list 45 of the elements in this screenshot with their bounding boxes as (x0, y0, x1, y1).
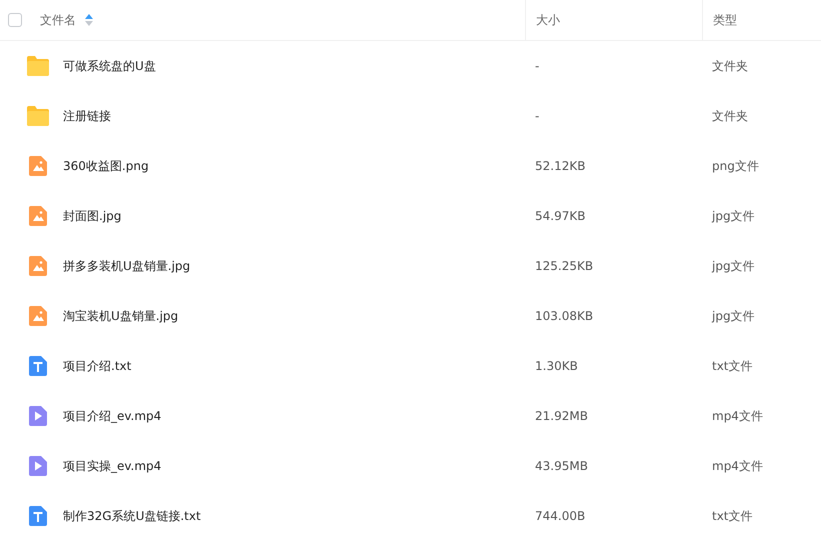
video-file-icon (26, 404, 50, 428)
file-type: jpg文件 (712, 258, 755, 274)
column-header[interactable]: 类型 (713, 12, 737, 28)
file-name[interactable]: 项目介绍.txt (63, 358, 132, 374)
column-header[interactable]: 文件名 (40, 12, 76, 28)
file-type: 文件夹 (712, 108, 748, 124)
image-file-icon (26, 154, 50, 178)
file-size: 744.00B (535, 509, 586, 523)
file-size: - (535, 109, 540, 123)
file-size: - (535, 59, 540, 73)
file-size: 52.12KB (535, 159, 586, 173)
select-all-checkbox[interactable] (8, 13, 22, 27)
folder-icon (26, 54, 50, 78)
file-type: mp4文件 (712, 408, 763, 424)
file-name[interactable]: 注册链接 (63, 108, 111, 124)
file-size: 1.30KB (535, 359, 578, 373)
text-file-icon (26, 354, 50, 378)
file-name[interactable]: 360收益图.png (63, 158, 149, 174)
file-name[interactable]: 项目介绍_ev.mp4 (63, 408, 162, 424)
image-file-icon (26, 254, 50, 278)
image-file-icon (26, 304, 50, 328)
file-name[interactable]: 制作32G系统U盘链接.txt (63, 508, 201, 524)
file-type: txt文件 (712, 358, 753, 374)
file-type: png文件 (712, 158, 759, 174)
folder-icon (26, 104, 50, 128)
file-size: 125.25KB (535, 259, 594, 273)
file-size: 54.97KB (535, 209, 586, 223)
file-name[interactable]: 封面图.jpg (63, 208, 122, 224)
text-file-icon (26, 504, 50, 528)
file-size: 21.92MB (535, 409, 588, 423)
file-name[interactable]: 淘宝装机U盘销量.jpg (63, 308, 178, 324)
file-type: mp4文件 (712, 458, 763, 474)
file-type: 文件夹 (712, 58, 748, 74)
sort-icon[interactable] (85, 14, 93, 26)
file-name[interactable]: 项目实操_ev.mp4 (63, 458, 162, 474)
column-header[interactable]: 大小 (536, 12, 560, 28)
image-file-icon (26, 204, 50, 228)
file-type: txt文件 (712, 508, 753, 524)
file-name[interactable]: 可做系统盘的U盘 (63, 58, 156, 74)
file-size: 103.08KB (535, 309, 594, 323)
file-type: jpg文件 (712, 308, 755, 324)
file-type: jpg文件 (712, 208, 755, 224)
file-size: 43.95MB (535, 459, 588, 473)
file-name[interactable]: 拼多多装机U盘销量.jpg (63, 258, 190, 274)
video-file-icon (26, 454, 50, 478)
